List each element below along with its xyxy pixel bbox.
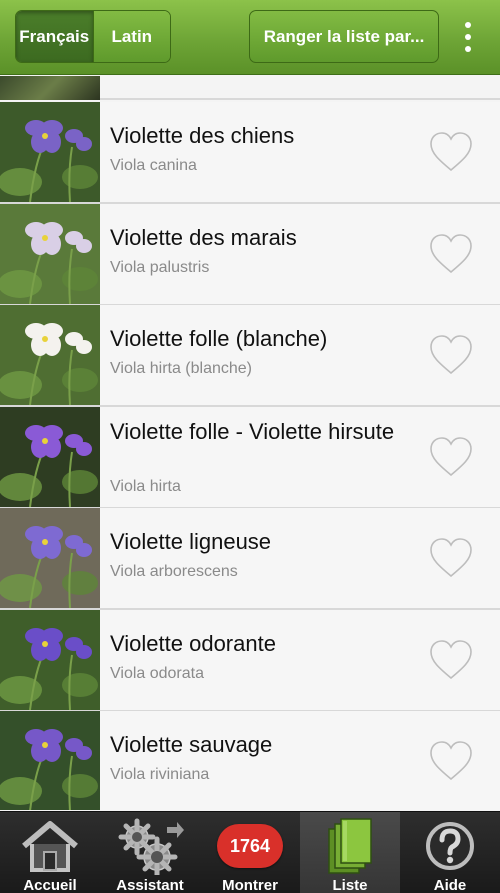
lang-latin-button[interactable]: Latin — [92, 11, 170, 62]
books-icon — [315, 816, 385, 876]
home-icon — [15, 816, 85, 876]
species-common-name: Violette ligneuse — [110, 529, 272, 554]
favorite-heart-icon[interactable] — [429, 537, 473, 579]
species-common-name: Violette odorante — [110, 630, 276, 656]
top-app-bar: Français Latin Ranger la liste par... — [0, 0, 500, 75]
species-latin-name: Viola palustris — [110, 258, 210, 276]
nav-show-label: Montrer — [222, 877, 278, 893]
bottom-nav: Accueil Assistant 1764 Montrer Liste Aid… — [0, 811, 500, 893]
species-common-name: Violette folle - Violette hirsute — [110, 418, 395, 444]
lang-french-button[interactable]: Français — [16, 11, 93, 62]
list-item[interactable]: Violette des marais Viola palustris — [0, 203, 500, 306]
sort-list-button[interactable]: Ranger la liste par... — [249, 10, 439, 63]
species-latin-name: Viola hirta — [110, 477, 181, 495]
favorite-heart-icon[interactable] — [429, 334, 473, 376]
flower-photo — [0, 508, 100, 608]
count-badge-wrap: 1764 — [215, 816, 285, 876]
species-common-name: Violette des chiens — [110, 123, 295, 148]
flower-photo — [0, 711, 100, 810]
list-item[interactable]: Violette folle - Violette hirsute Viola h… — [0, 406, 500, 509]
flower-photo — [0, 305, 100, 405]
result-count-badge: 1764 — [217, 824, 283, 868]
gears-icon — [115, 816, 185, 876]
nav-home-label: Accueil — [23, 877, 77, 893]
species-latin-name: Viola odorata — [110, 664, 204, 682]
list-item[interactable]: Violette sauvage Viola riviniana — [0, 711, 500, 810]
species-common-name: Violette sauvage — [110, 732, 273, 757]
flower-photo — [0, 203, 100, 304]
nav-home[interactable]: Accueil — [0, 812, 100, 893]
species-latin-name: Viola riviniana — [110, 766, 210, 783]
species-latin-name: Viola hirta (blanche) — [110, 360, 253, 377]
language-toggle: Français Latin — [15, 10, 171, 63]
nav-assistant[interactable]: Assistant — [100, 812, 200, 893]
favorite-heart-icon[interactable] — [429, 233, 473, 275]
nav-assistant-label: Assistant — [116, 877, 184, 893]
more-vert-icon[interactable] — [458, 22, 478, 52]
list-item[interactable]: Violette folle (blanche) Viola hirta (bla… — [0, 305, 500, 407]
flower-photo — [0, 609, 100, 710]
species-latin-name: Viola canina — [110, 157, 197, 174]
help-icon — [415, 816, 485, 876]
species-latin-name: Viola arborescens — [110, 563, 238, 580]
list-item[interactable]: Violette des chiens Viola canina — [0, 102, 500, 204]
flower-photo — [0, 102, 100, 202]
species-common-name: Violette des marais — [110, 224, 297, 250]
favorite-heart-icon[interactable] — [429, 639, 473, 681]
favorite-heart-icon[interactable] — [429, 740, 473, 782]
nav-help[interactable]: Aide — [400, 812, 500, 893]
list-item-partial[interactable] — [0, 76, 500, 100]
species-list[interactable]: Violette des chiens Viola canina Violette … — [0, 76, 500, 810]
flower-photo — [0, 406, 100, 507]
species-common-name: Violette folle (blanche) — [110, 326, 328, 351]
nav-help-label: Aide — [433, 877, 467, 893]
favorite-heart-icon[interactable] — [429, 436, 473, 478]
favorite-heart-icon[interactable] — [429, 131, 473, 173]
nav-list-label: Liste — [332, 877, 368, 893]
nav-show[interactable]: 1764 Montrer — [200, 812, 300, 893]
list-item[interactable]: Violette odorante Viola odorata — [0, 609, 500, 712]
flower-photo — [0, 76, 100, 100]
list-item[interactable]: Violette ligneuse Viola arborescens — [0, 508, 500, 610]
nav-list[interactable]: Liste — [300, 812, 400, 893]
